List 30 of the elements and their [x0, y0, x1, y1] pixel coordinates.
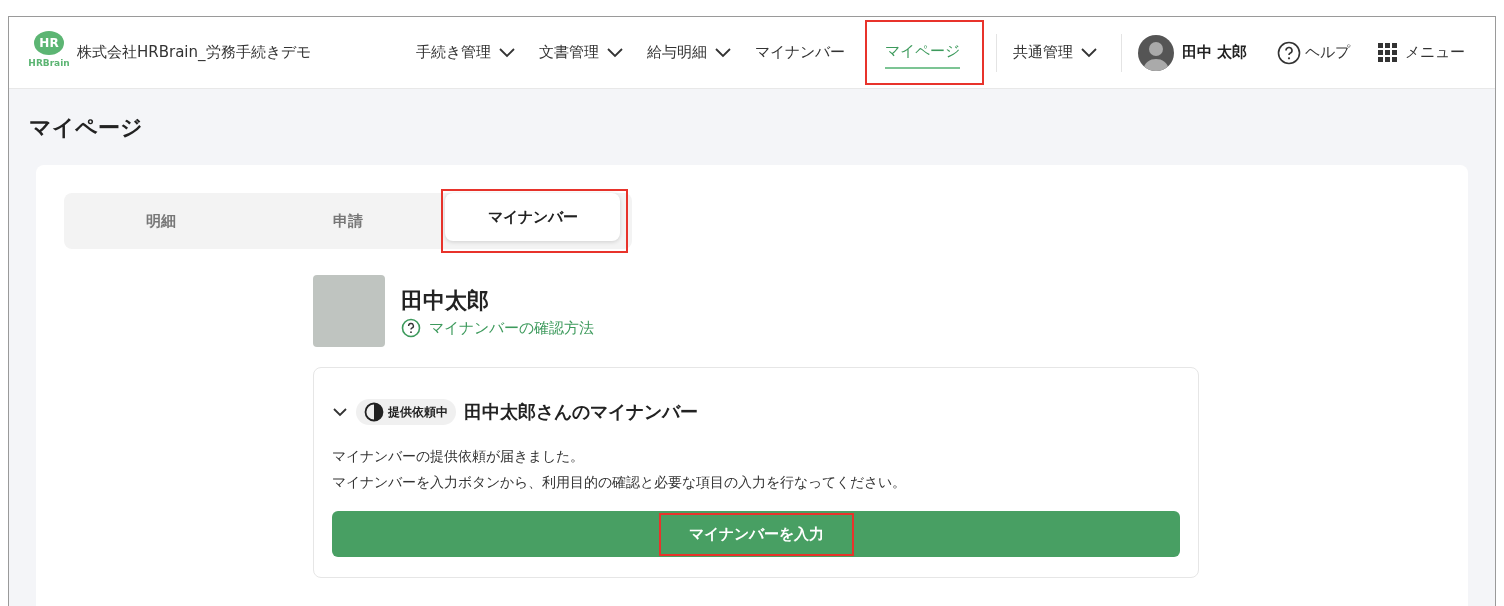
tab[interactable]: マイナンバー [445, 193, 620, 242]
half-circle-icon [364, 401, 384, 422]
nav-item[interactable]: 手続き管理 [407, 35, 523, 70]
nav-item[interactable]: 文書管理 [530, 35, 631, 70]
help-icon [401, 317, 421, 338]
user-name[interactable]: 田中 太郎 [1181, 41, 1247, 64]
chevron-down-icon [606, 47, 623, 58]
message-text: マイナンバーの提供依頼が届きました。 [332, 447, 585, 467]
company-name: 株式会社HRBrain_労務手続きデモ [77, 42, 311, 64]
tab[interactable]: 明細 [68, 197, 255, 246]
nav-item[interactable]: 給与明細 [638, 35, 739, 70]
grid-menu-icon [1378, 43, 1397, 62]
help-link[interactable]: マイナンバーの確認方法 [401, 316, 594, 340]
nav-item[interactable]: 共通管理 [1004, 35, 1105, 70]
help-link[interactable]: ヘルプ [1271, 39, 1356, 66]
menu-button[interactable]: メニュー [1372, 40, 1471, 65]
status-badge: 提供依頼中 [356, 398, 456, 425]
chevron-down-icon [498, 47, 515, 58]
nav-item[interactable]: マイナンバー [746, 35, 853, 70]
help-icon [1277, 40, 1301, 65]
tab[interactable]: 申請 [254, 197, 442, 246]
nav-item[interactable]: マイページ [864, 20, 984, 85]
card-title: 田中太郎さんのマイナンバー [464, 400, 698, 425]
chevron-down-icon [714, 47, 731, 58]
chevron-down-icon [1080, 47, 1097, 58]
user-avatar [1137, 34, 1174, 71]
logo: HR HRBrain [29, 30, 69, 75]
person-name: 田中太郎 [401, 286, 490, 315]
message-text: マイナンバーを入力ボタンから、利用目的の確認と必要な項目の入力を行なってください。 [332, 473, 907, 493]
page-title: マイページ [28, 114, 144, 142]
